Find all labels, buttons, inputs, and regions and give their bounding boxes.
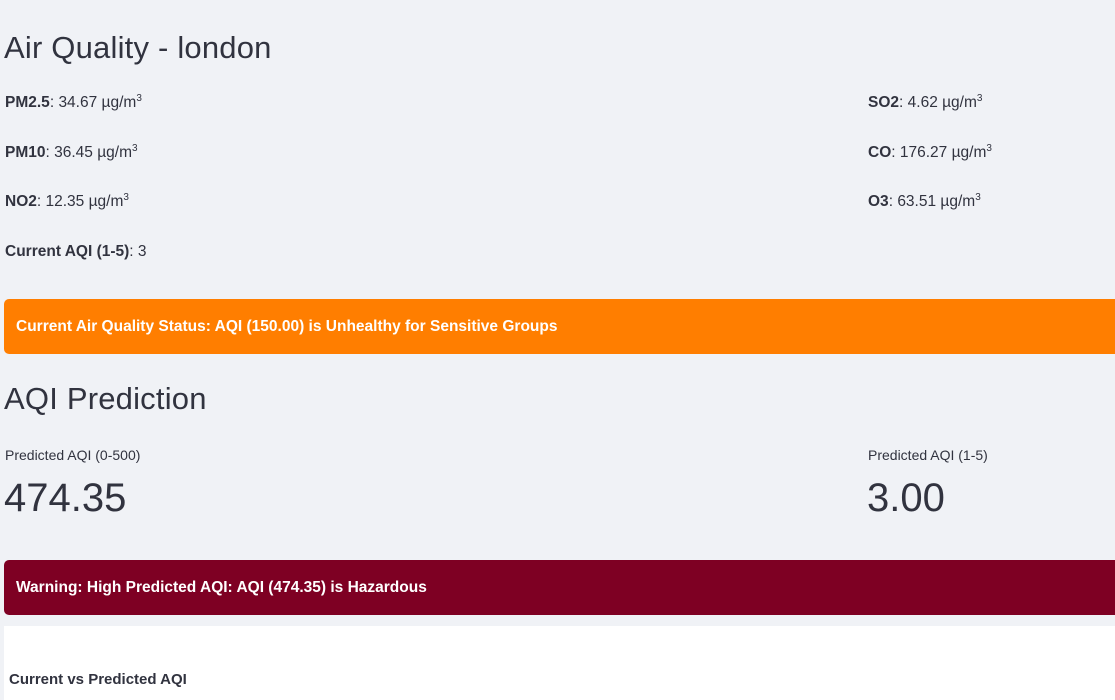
pollutant-value: 36.45 [54,144,93,161]
pollutant-unit: µg/m [951,144,987,161]
pollutant-value: 176.27 [899,144,948,161]
predicted-aqi-warning-text: Warning: High Predicted AQI: AQI (474.35… [16,578,427,596]
pollutant-label: O3 [868,193,889,210]
current-aqi: Current AQI (1-5): 3 [5,243,147,260]
pollutant-unit: µg/m [942,94,977,111]
current-aqi-value: 3 [137,243,147,260]
pollutant-o3: O3: 63.51 µg/m3 [868,191,981,210]
pollutant-no2: NO2: 12.35 µg/m3 [5,191,129,210]
pollutant-value: 12.35 [45,193,85,210]
aqi-comparison-chart: Current vs Predicted AQI [4,626,1115,700]
predicted-aqi-0-500-label: Predicted AQI (0-500) [5,447,141,463]
air-quality-status-alert: Current Air Quality Status: AQI (150.00)… [4,299,1115,354]
air-quality-status-text: Current Air Quality Status: AQI (150.00)… [16,317,558,335]
current-aqi-label: Current AQI (1-5) [5,243,130,260]
pollutant-label: NO2 [5,193,37,210]
pollutant-value: 34.67 [58,94,98,111]
pollutant-value: 4.62 [907,94,938,111]
pollutant-unit: µg/m [940,193,976,210]
pollutant-pm10: PM10: 36.45 µg/m3 [5,142,138,161]
pollutant-pm25: PM2.5: 34.67 µg/m3 [5,92,142,111]
pollutant-unit: µg/m [101,94,137,111]
pollutant-co: CO: 176.27 µg/m3 [868,142,992,161]
pollutant-unit: µg/m [88,193,124,210]
pollutant-unit: µg/m [97,144,133,161]
pollutant-unit-exponent: 3 [986,142,992,154]
pollutant-unit-exponent: 3 [976,92,983,104]
pollutant-label: SO2 [868,94,900,111]
pollutant-unit-exponent: 3 [123,191,129,203]
prediction-title: AQI Prediction [4,381,207,416]
pollutant-unit-exponent: 3 [136,92,142,104]
pollutant-label: PM10 [5,144,46,161]
page: Air Quality - london PM2.5: 34.67 µg/m3 … [0,0,1115,700]
predicted-aqi-1-5-value: 3.00 [867,476,945,520]
pollutant-so2: SO2: 4.62 µg/m3 [868,92,983,111]
pollutant-unit-exponent: 3 [975,191,981,203]
predicted-aqi-1-5-label: Predicted AQI (1-5) [868,447,988,463]
page-title: Air Quality - london [4,30,272,65]
pollutant-label: CO [868,144,892,161]
pollutant-unit-exponent: 3 [132,142,138,154]
pollutant-label: PM2.5 [5,94,50,111]
pollutant-value: 63.51 [897,193,937,210]
predicted-aqi-warning-alert: Warning: High Predicted AQI: AQI (474.35… [4,560,1115,615]
chart-title: Current vs Predicted AQI [9,671,187,688]
predicted-aqi-0-500-value: 474.35 [4,476,127,520]
